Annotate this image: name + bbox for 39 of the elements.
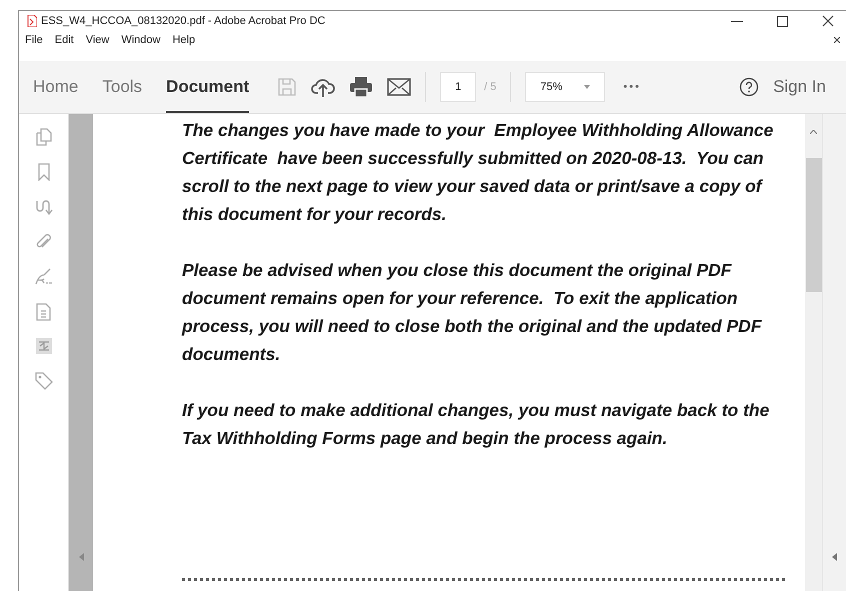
paragraph: Please be advised when you close this document the original PDF document remains open for your reference. To exit the application process, you will need to close both the original and the updated PDF documents. xyxy=(182,259,763,366)
help-icon[interactable] xyxy=(739,77,760,97)
cloud-upload-icon[interactable] xyxy=(311,76,336,98)
tag-icon[interactable] xyxy=(34,371,54,391)
sign-in-link[interactable]: Sign In xyxy=(773,74,826,100)
link-arrow-icon[interactable] xyxy=(34,198,52,216)
signature-pen-icon[interactable] xyxy=(34,268,54,286)
scrollbar-thumb[interactable] xyxy=(806,158,822,292)
save-icon[interactable] xyxy=(277,77,298,97)
caret-icon xyxy=(584,85,590,89)
tab[interactable]: Home xyxy=(33,61,78,113)
window-title: ESS_W4_HCCOA_08132020.pdf - Adobe Acrobat Pro DC xyxy=(41,14,326,29)
expand-arrow-icon[interactable] xyxy=(832,553,837,561)
pdf-file-icon xyxy=(27,15,37,27)
zoom-dropdown[interactable]: 75% xyxy=(525,72,606,102)
menu-item[interactable]: Window xyxy=(121,32,160,48)
compare-icon[interactable] xyxy=(36,338,52,354)
print-icon[interactable] xyxy=(349,76,374,98)
page-number-field[interactable]: 1 xyxy=(440,72,476,102)
maximize-icon[interactable] xyxy=(777,16,788,26)
menu-item[interactable]: Help xyxy=(172,32,196,48)
collapse-arrow-icon[interactable] xyxy=(78,553,84,561)
scrollbar[interactable] xyxy=(805,114,822,591)
menu-item[interactable]: Edit xyxy=(54,32,74,48)
pages-icon[interactable] xyxy=(36,128,52,146)
minimize-icon[interactable] xyxy=(731,20,743,22)
more-button[interactable]: ••• xyxy=(623,78,641,96)
paragraph: If you need to make additional changes, you must navigate back to the Tax Withholding Forms page and begin the process again. xyxy=(182,399,770,450)
bookmark-icon[interactable] xyxy=(38,163,50,181)
menu-item[interactable]: View xyxy=(86,32,110,48)
scroll-up-icon[interactable] xyxy=(810,130,817,134)
menu-item[interactable]: File xyxy=(25,32,43,48)
close-icon[interactable] xyxy=(822,15,834,27)
paragraph: The changes you have made to your Employee Withholding Allowance Certificate have been successfully submitted on 2020-08-13. You can scroll to the next page to view your saved data or print/save a copy of this document for your records. xyxy=(182,119,774,226)
page-total: / 5 xyxy=(484,80,496,95)
close-icon[interactable] xyxy=(834,37,840,43)
mail-icon[interactable] xyxy=(387,78,412,96)
tab[interactable]: Tools xyxy=(102,61,142,113)
document-icon[interactable] xyxy=(36,303,51,321)
